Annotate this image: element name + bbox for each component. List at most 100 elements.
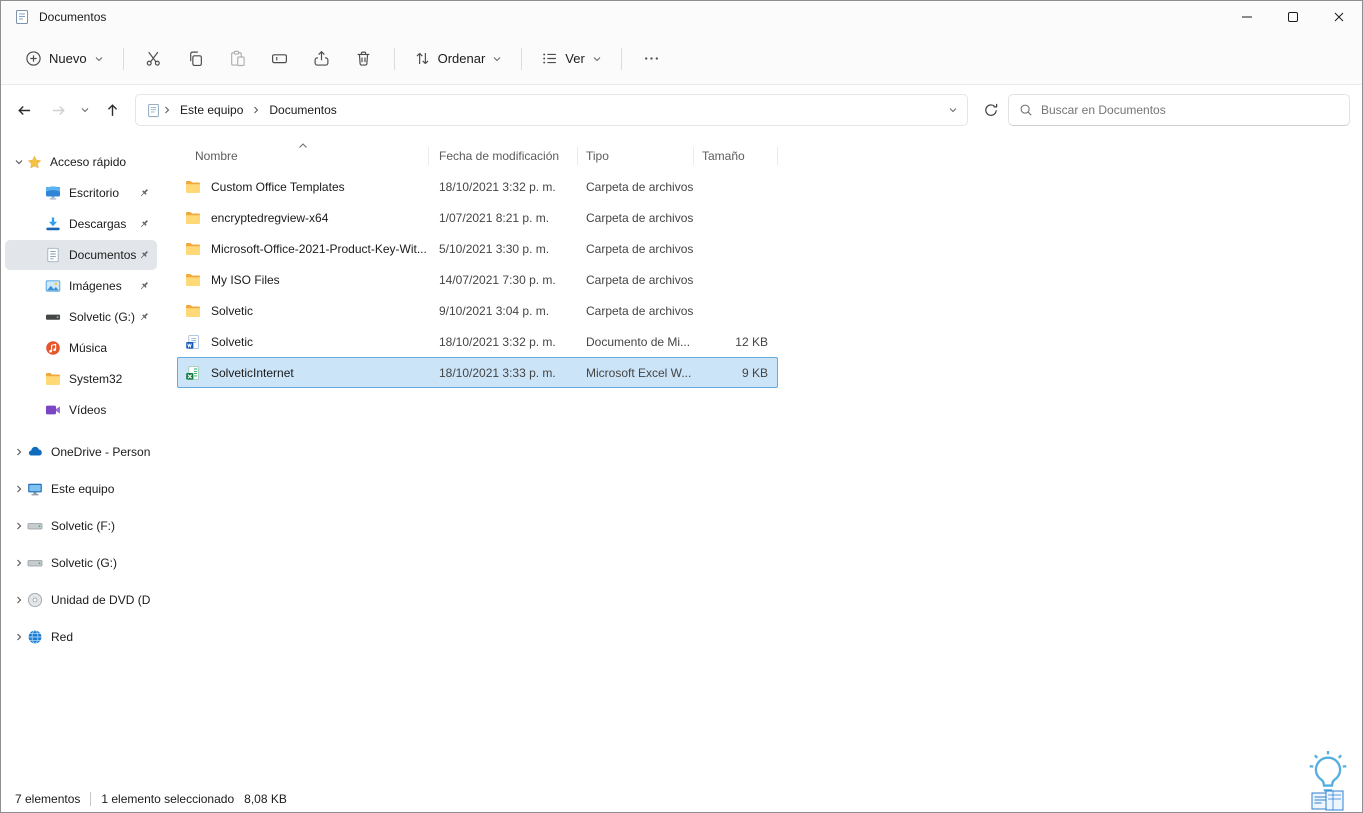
app-windows-icon [1311,790,1344,811]
file-row-solvetic-folder[interactable]: Solvetic 9/10/2021 3:04 p. m. Carpeta de… [177,295,778,326]
sidebar-section-quick-access[interactable]: Acceso rápido [5,147,157,177]
view-button-label: Ver [565,51,585,66]
file-date: 18/10/2021 3:32 p. m. [439,334,556,349]
new-button-label: Nuevo [49,51,87,66]
file-date: 1/07/2021 8:21 p. m. [439,210,550,225]
file-row-my-iso-files[interactable]: My ISO Files 14/07/2021 7:30 p. m. Carpe… [177,264,778,295]
file-date: 18/10/2021 3:33 p. m. [439,365,556,380]
more-options-button[interactable] [631,41,673,77]
folder-icon [186,242,200,255]
minimize-button[interactable] [1224,1,1270,33]
up-button[interactable] [95,94,129,126]
chevron-down-icon [81,108,89,113]
folder-icon [186,273,200,286]
chevron-collapsed-icon [11,521,27,531]
sidebar-item-este-equipo[interactable]: Este equipo [5,472,157,506]
folder-icon [186,304,200,317]
rename-button[interactable] [259,41,301,77]
copy-button[interactable] [175,41,217,77]
search-icon [1020,104,1032,116]
titlebar: Documentos [1,1,1362,33]
delete-button[interactable] [343,41,385,77]
forward-button[interactable] [41,94,75,126]
folder-icon [46,373,60,385]
paste-button[interactable] [217,41,259,77]
sidebar-item-solvetic-g-drive[interactable]: Solvetic (G:) [5,546,157,580]
column-headers: Nombre Fecha de modificación Tipo Tamaño [177,141,1362,171]
back-button[interactable] [7,94,41,126]
onedrive-icon [28,446,42,456]
file-row-microsoft-office-key[interactable]: Microsoft-Office-2021-Product-Key-Wit...… [177,233,778,264]
copy-icon [190,51,203,66]
rename-icon [272,54,288,64]
sidebar-item-videos[interactable]: Vídeos [5,395,157,425]
sidebar-item-label: Este equipo [51,482,115,496]
sidebar-item-escritorio[interactable]: Escritorio [5,178,157,208]
file-name: My ISO Files [211,272,280,287]
file-row-custom-office-templates[interactable]: Custom Office Templates 18/10/2021 3:32 … [177,171,778,202]
pin-icon [140,251,148,259]
file-row-encryptedregview[interactable]: encryptedregview-x64 1/07/2021 8:21 p. m… [177,202,778,233]
hard-drive-icon [27,560,43,567]
address-dropdown-button[interactable] [943,94,963,126]
sidebar-item-descargas[interactable]: Descargas [5,209,157,239]
sidebar-item-label: Solvetic (G:) [51,556,118,570]
sidebar-item-red[interactable]: Red [5,620,157,654]
arrow-up-icon [107,103,117,116]
sidebar-tree: OneDrive - Personal Este equipo Solvetic… [1,435,161,654]
view-button[interactable]: Ver [531,41,612,77]
search-box [1008,94,1350,126]
word-document-icon [186,334,199,349]
hard-drive-icon [27,523,43,530]
file-date: 5/10/2021 3:30 p. m. [439,241,550,256]
column-header-tamano[interactable]: Tamaño [694,141,778,171]
file-row-solveticinternet-selected[interactable]: SolveticInternet 18/10/2021 3:33 p. m. M… [177,357,778,388]
cut-button[interactable] [133,41,175,77]
sidebar-item-system32[interactable]: System32 [5,364,157,394]
file-date: 14/07/2021 7:30 p. m. [439,272,556,287]
refresh-button[interactable] [974,94,1008,126]
cut-icon [146,51,160,66]
window-controls [1224,1,1362,33]
chevron-collapsed-icon [11,595,27,605]
new-button[interactable]: Nuevo [15,41,114,77]
sidebar-item-solvetic-g[interactable]: Solvetic (G:) [5,302,157,332]
breadcrumb-chevron-icon [161,105,173,115]
address-bar[interactable]: Este equipo Documentos [135,94,968,126]
share-icon [314,50,329,66]
folder-icon [186,180,200,193]
column-header-fecha[interactable]: Fecha de modificación [429,141,578,171]
column-header-nombre[interactable]: Nombre [177,141,429,171]
close-button[interactable] [1316,1,1362,33]
sidebar-item-label: Documentos [69,248,137,262]
file-type: Carpeta de archivos [586,272,694,287]
breadcrumb-documentos[interactable]: Documentos [262,99,343,121]
sidebar-item-imagenes[interactable]: Imágenes [5,271,157,301]
sidebar-item-musica[interactable]: Música [5,333,157,363]
file-type: Carpeta de archivos [586,179,694,194]
sidebar-item-onedrive[interactable]: OneDrive - Personal [5,435,157,469]
breadcrumb-este-equipo[interactable]: Este equipo [173,99,250,121]
maximize-button[interactable] [1270,1,1316,33]
sort-button[interactable]: Ordenar [404,41,513,77]
sidebar-item-documentos[interactable]: Documentos [5,240,157,270]
location-document-icon [148,103,159,117]
file-row-solvetic-document[interactable]: Solvetic 18/10/2021 3:32 p. m. Documento… [177,326,778,357]
file-date: 9/10/2021 3:04 p. m. [439,303,550,318]
share-button[interactable] [301,41,343,77]
pin-icon [140,189,148,197]
window-document-icon [16,10,28,24]
chevron-down-icon [493,56,501,61]
column-header-tipo[interactable]: Tipo [578,141,694,171]
sidebar-item-label: Red [51,630,74,644]
search-input[interactable] [1041,103,1339,117]
sidebar-item-dvd-drive[interactable]: Unidad de DVD (D:) [5,583,157,617]
file-size: 12 KB [735,334,768,349]
excel-document-icon [186,365,199,380]
sidebar-item-solvetic-f-drive[interactable]: Solvetic (F:) [5,509,157,543]
refresh-icon [985,103,998,116]
view-icon [543,53,557,64]
paste-icon [231,50,245,67]
recent-locations-button[interactable] [75,94,95,126]
file-type: Carpeta de archivos [586,303,694,318]
